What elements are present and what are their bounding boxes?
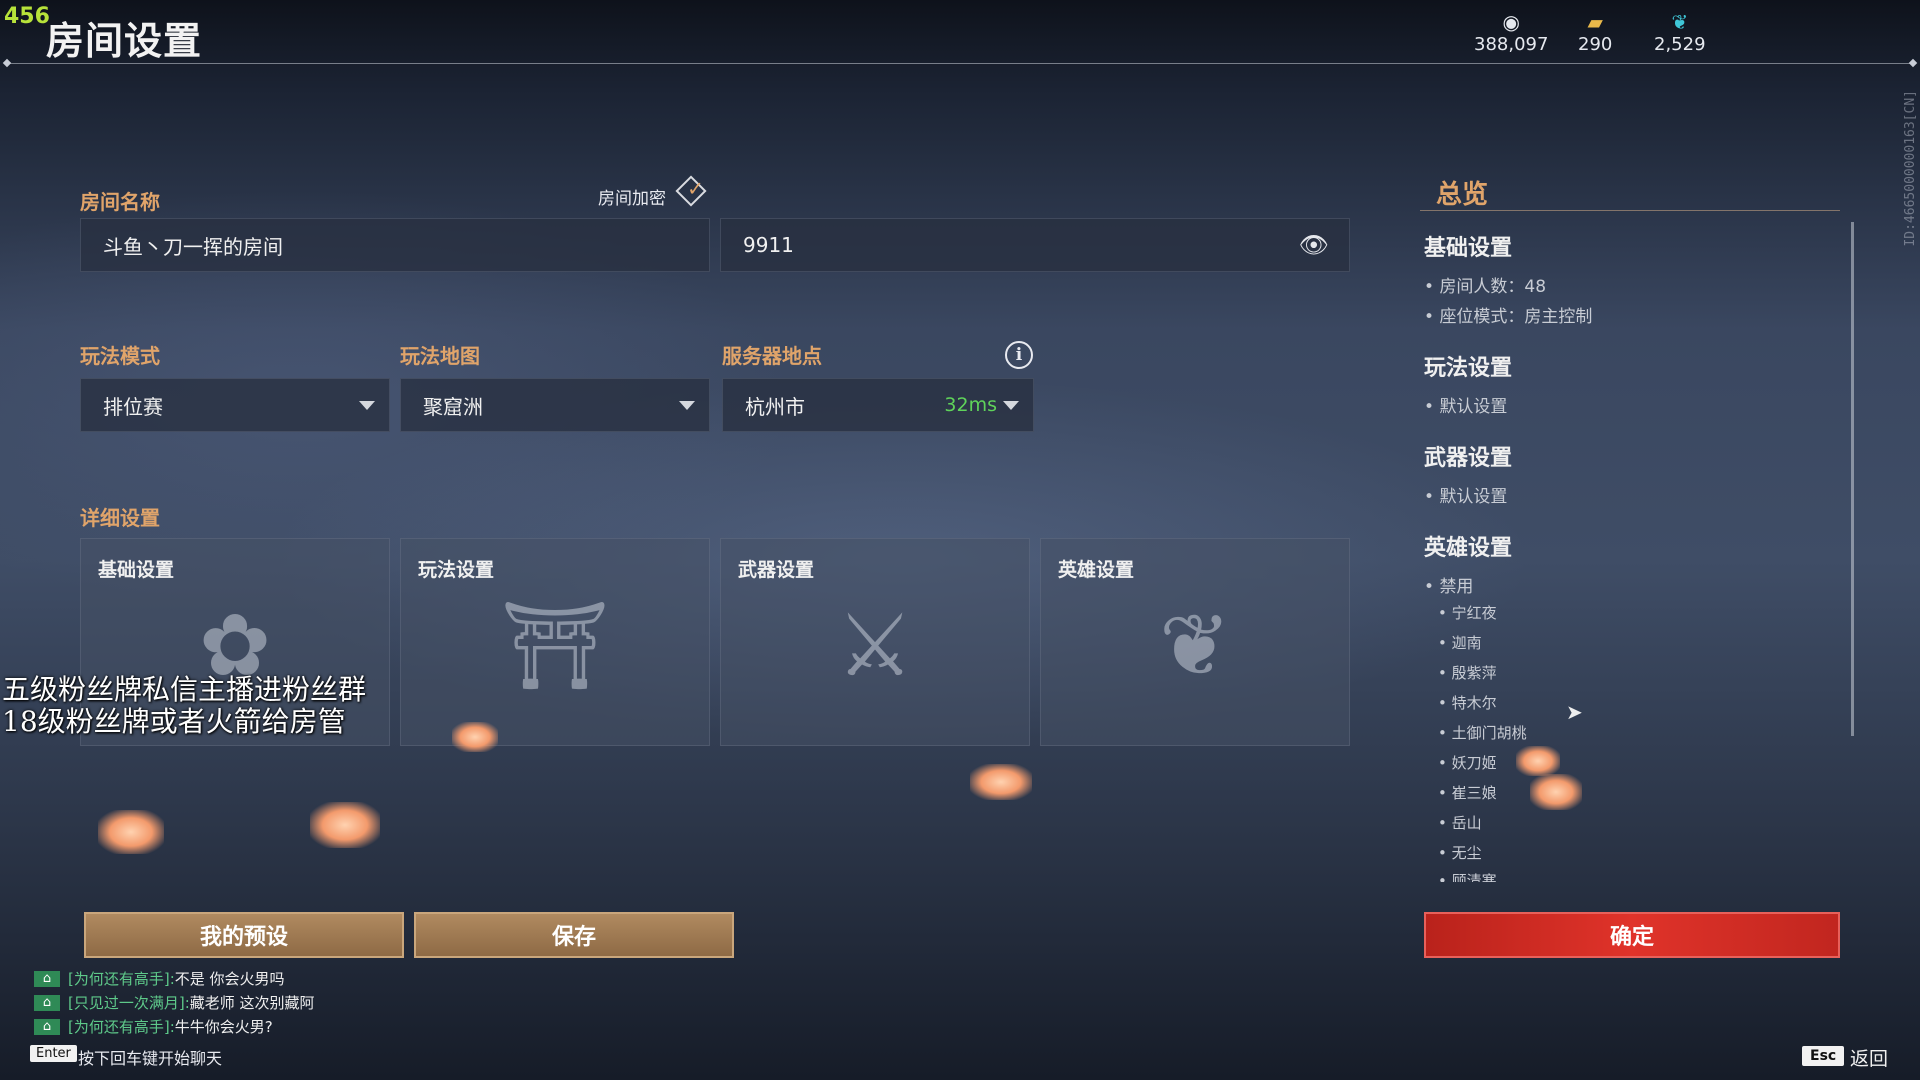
chat-text: 藏老师 这次别藏阿 (189, 994, 315, 1012)
summary-hero-title: 英雄设置 (1424, 536, 1513, 561)
page-title: 房间设置 (46, 19, 203, 63)
card-title: 武器设置 (738, 559, 815, 581)
summary-weapon-value: • 默认设置 (1424, 487, 1508, 507)
summary-title: 总览 (1436, 180, 1489, 210)
banned-hero: • 殷紫萍 (1438, 664, 1497, 682)
chat-message: ⌂ [为何还有高手]: 不是 你会火男吗 (34, 968, 285, 989)
currency-feather: ❦ 2,529 (1654, 10, 1706, 55)
chat-message: ⌂ [只见过一次满月]: 藏老师 这次别藏阿 (34, 992, 315, 1013)
card-title: 玩法设置 (418, 559, 495, 581)
room-name-label: 房间名称 (80, 190, 160, 214)
summary-basic-title: 基础设置 (1424, 236, 1513, 261)
card-weapon-settings[interactable]: 武器设置 ⚔ (720, 538, 1030, 746)
chevron-down-icon (679, 401, 695, 410)
enter-key-badge[interactable]: Enter (30, 1045, 77, 1062)
stream-overlay-line2: 18级粉丝牌或者火箭给房管 (2, 705, 346, 738)
lantern-decoration (310, 802, 380, 848)
server-label: 服务器地点 (722, 344, 822, 368)
mode-dropdown[interactable]: 排位赛 (80, 378, 390, 432)
currency-value: 2,529 (1654, 34, 1706, 55)
currency-value: 290 (1578, 34, 1613, 55)
home-icon: ⌂ (34, 970, 60, 987)
summary-seat-mode: • 座位模式：房主控制 (1424, 307, 1593, 327)
card-title: 英雄设置 (1058, 559, 1135, 581)
chevron-down-icon (359, 401, 375, 410)
banned-hero: • 妖刀姬 (1438, 754, 1497, 772)
banned-hero: • 特木尔 (1438, 694, 1497, 712)
room-lock-checkbox[interactable]: ✓ (675, 175, 707, 207)
card-gameplay-settings[interactable]: 玩法设置 ⛩ (400, 538, 710, 746)
banned-hero: • 顾清寒 (1438, 872, 1497, 882)
eye-icon[interactable]: 👁 (1299, 231, 1329, 259)
mode-label: 玩法模式 (80, 344, 160, 368)
chevron-down-icon (1003, 401, 1019, 410)
lantern-decoration (970, 764, 1032, 800)
info-icon[interactable]: i (1005, 341, 1033, 369)
coin-icon: ◉ (1502, 10, 1520, 34)
save-button[interactable]: 保存 (414, 912, 734, 958)
banned-hero: • 宁红夜 (1438, 604, 1497, 622)
card-hero-settings[interactable]: 英雄设置 ❦ (1040, 538, 1350, 746)
feather-icon: ❦ (1671, 10, 1689, 34)
summary-gameplay-value: • 默认设置 (1424, 397, 1508, 417)
server-dropdown[interactable]: 杭州市 32ms (722, 378, 1034, 432)
fps-counter: 456 (4, 4, 50, 29)
room-lock-label: 房间加密 (598, 189, 666, 209)
map-value: 聚窟洲 (423, 394, 483, 419)
chat-sender: [只见过一次满月]: (68, 994, 190, 1012)
chat-text: 不是 你会火男吗 (174, 970, 285, 988)
esc-key-badge[interactable]: Esc (1802, 1046, 1845, 1066)
summary-hero-banned: • 禁用 (1424, 577, 1474, 597)
swords-icon: ⚔ (836, 596, 914, 696)
room-name-input[interactable]: 斗鱼丶刀一挥的房间 (80, 218, 710, 272)
back-button[interactable]: 返回 (1850, 1044, 1888, 1071)
banned-hero: • 无尘 (1438, 844, 1482, 862)
currency-coins: ◉ 388,097 (1474, 10, 1548, 55)
room-password-input[interactable]: 9911 👁 (720, 218, 1350, 272)
summary-scrollbar[interactable] (1851, 222, 1854, 736)
confirm-button[interactable]: 确定 (1424, 912, 1840, 958)
room-name-value: 斗鱼丶刀一挥的房间 (103, 234, 283, 259)
pavilion-icon: ⛩ (500, 596, 610, 696)
summary-players: • 房间人数：48 (1424, 277, 1547, 297)
summary-weapon-title: 武器设置 (1424, 446, 1513, 471)
mouse-cursor-icon: ➤ (1566, 700, 1583, 724)
banned-hero: • 土御门胡桃 (1438, 724, 1527, 742)
ping-value: 32ms (944, 394, 997, 416)
lantern-decoration (452, 722, 498, 752)
currency-gold: ▰ 290 (1578, 10, 1612, 55)
banned-hero: • 崔三娘 (1438, 784, 1497, 802)
summary-gameplay-title: 玩法设置 (1424, 356, 1513, 381)
banned-hero: • 迦南 (1438, 634, 1482, 652)
lantern-decoration (1530, 774, 1582, 810)
mode-value: 排位赛 (103, 394, 163, 419)
my-preset-button[interactable]: 我的预设 (84, 912, 404, 958)
chat-sender: [为何还有高手]: (68, 1018, 175, 1036)
map-label: 玩法地图 (400, 344, 480, 368)
server-value: 杭州市 (745, 394, 805, 419)
chat-hint: 按下回车键开始聊天 (78, 1049, 223, 1068)
home-icon: ⌂ (34, 1018, 60, 1035)
home-icon: ⌂ (34, 994, 60, 1011)
card-title: 基础设置 (98, 559, 175, 581)
check-icon: ✓ (687, 176, 704, 201)
lantern-decoration (1516, 746, 1560, 776)
chat-message: ⌂ [为何还有高手]: 牛牛你会火男? (34, 1016, 273, 1037)
server-id-text: ID:4665000000163[CN] (1903, 90, 1918, 247)
lantern-decoration (98, 810, 164, 854)
gold-bar-icon: ▰ (1587, 10, 1603, 34)
summary-divider (1420, 210, 1840, 211)
banned-hero: • 岳山 (1438, 814, 1482, 832)
map-dropdown[interactable]: 聚窟洲 (400, 378, 710, 432)
currency-value: 388,097 (1474, 34, 1549, 55)
room-password-value: 9911 (743, 233, 794, 257)
chat-sender: [为何还有高手]: (68, 970, 175, 988)
details-label: 详细设置 (80, 506, 160, 530)
header-divider (6, 63, 1914, 64)
chat-text: 牛牛你会火男? (174, 1018, 273, 1036)
mask-icon: ❦ (1158, 596, 1232, 696)
